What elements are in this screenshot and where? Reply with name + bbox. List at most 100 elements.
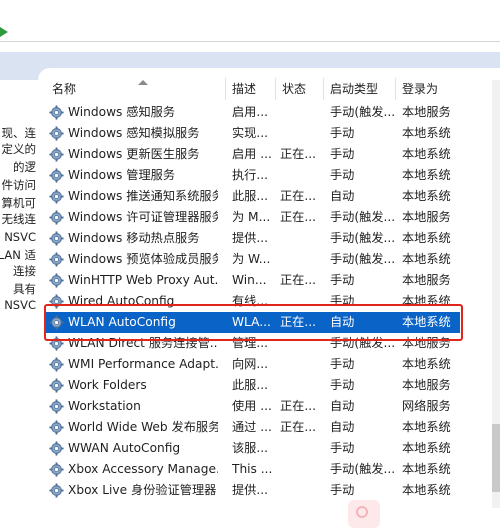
service-logon-as: 本地系统 [402, 126, 451, 140]
table-row[interactable]: WMI Performance Adapt... 向网... 手动 本地系统 [38, 354, 500, 375]
toolbar [0, 0, 500, 42]
service-description: 提供... [232, 231, 268, 245]
service-logon-as: 本地系统 [402, 441, 451, 455]
service-startup-type: 自动 [330, 420, 355, 434]
service-startup-type: 手动 [330, 168, 355, 182]
service-status [280, 438, 324, 459]
service-startup-type: 手动 [330, 147, 355, 161]
service-startup-type: 手动(触发... [330, 252, 396, 266]
service-description: 通过 ... [232, 420, 272, 434]
service-status [280, 375, 324, 396]
service-name: Windows 感知服务 [68, 105, 176, 119]
service-description: Win... [232, 273, 267, 287]
service-logon-as: 本地系统 [402, 231, 451, 245]
search-icon [348, 500, 380, 528]
gear-icon [49, 126, 64, 141]
table-row[interactable]: WinHTTP Web Proxy Aut... Win... 正在... 手动 本地服… [38, 270, 500, 291]
service-logon-as: 本地服务 [402, 273, 451, 287]
table-row[interactable]: Windows 许可证管理器服务为 M... 正在... 手动(触发... 本地服务 [38, 207, 500, 228]
table-row[interactable]: Xbox Live 身份验证管理器 提供... 手动 本地系统 [38, 480, 500, 501]
table-row[interactable]: WWAN AutoConfig 该服... 手动 本地系统 [38, 438, 500, 459]
service-startup-type: 手动 [330, 378, 355, 392]
description-line: 件访问 [1, 178, 37, 192]
service-name: Xbox Accessory Manage... [68, 462, 218, 476]
service-description: 向网... [232, 357, 268, 371]
column-status[interactable]: 状态 [276, 78, 324, 100]
service-description: 为 M... [232, 210, 271, 224]
gear-icon [49, 441, 64, 456]
column-name-label: 名称 [52, 82, 77, 96]
service-startup-type: 手动 [330, 441, 355, 455]
column-startup[interactable]: 启动类型 [324, 78, 396, 100]
column-name[interactable]: 名称 [46, 78, 226, 100]
service-startup-type: 手动(触发... [330, 210, 396, 224]
table-row[interactable]: Workstation 使用 ... 正在... 自动 网络服务 [38, 396, 500, 417]
table-row[interactable]: Windows 管理服务 执行... 手动 本地系统 [38, 165, 500, 186]
service-status: 正在... [280, 420, 316, 434]
description-line: 算机可 [1, 196, 37, 210]
description-line: 现、连 [1, 126, 37, 140]
gear-icon [49, 147, 64, 162]
service-logon-as: 本地系统 [402, 420, 451, 434]
service-description: 此服... [232, 189, 268, 203]
service-startup-type: 手动 [330, 483, 355, 497]
gear-icon [49, 357, 64, 372]
service-logon-as: 本地系统 [402, 462, 451, 476]
service-description: 该服... [232, 441, 268, 455]
column-desc[interactable]: 描述 [226, 78, 276, 100]
service-logon-as: 本地系统 [402, 189, 451, 203]
gear-icon [49, 231, 64, 246]
play-icon[interactable] [0, 27, 8, 37]
service-name: Windows 许可证管理器服务 [68, 210, 218, 224]
table-row[interactable]: Windows 更新医生服务 启用 ... 正在... 手动 本地系统 [38, 144, 500, 165]
description-line: 定义的 [1, 142, 37, 156]
gear-icon [49, 420, 64, 435]
service-status [280, 228, 324, 249]
service-name: Workstation [68, 399, 141, 413]
sort-up-icon [138, 80, 148, 85]
gear-icon [49, 378, 64, 393]
service-logon-as: 本地服务 [402, 210, 451, 224]
gear-icon [49, 462, 64, 477]
gear-icon [49, 189, 64, 204]
service-logon-as: 本地服务 [402, 105, 451, 119]
description-line: LAN 适 [0, 248, 36, 262]
service-description: 启用 ... [232, 147, 272, 161]
table-row[interactable]: Windows 感知模拟服务 实现... 手动 本地系统 [38, 123, 500, 144]
service-startup-type: 手动(触发... [330, 462, 396, 476]
column-status-label: 状态 [282, 82, 307, 96]
service-logon-as: 本地系统 [402, 168, 451, 182]
service-description: 此服... [232, 378, 268, 392]
service-status: 正在... [280, 189, 316, 203]
table-row[interactable]: Work Folders 此服... 手动 本地服务 [38, 375, 500, 396]
service-name: Windows 更新医生服务 [68, 147, 200, 161]
column-header: 名称 描述 状态 启动类型 登录为 [38, 78, 500, 100]
service-name: Windows 移动热点服务 [68, 231, 200, 245]
services-list: 名称 描述 状态 启动类型 登录为 Windows 感知服务 启用... 手动(触发… [38, 68, 500, 508]
table-row[interactable]: Windows 预览体验成员服务为 W... 手动(触发... 本地系统 [38, 249, 500, 270]
service-name: WinHTTP Web Proxy Aut... [68, 273, 218, 287]
service-startup-type: 手动 [330, 357, 355, 371]
table-row[interactable]: Windows 移动热点服务 提供... 手动(触发... 本地系统 [38, 228, 500, 249]
table-row[interactable]: Windows 感知服务 启用... 手动(触发... 本地服务 [38, 102, 500, 123]
service-logon-as: 本地服务 [402, 378, 451, 392]
gear-icon [49, 483, 64, 498]
description-line: 具有 [13, 282, 36, 296]
gear-icon [49, 105, 64, 120]
scrollbar-thumb[interactable] [492, 424, 500, 492]
service-startup-type: 自动 [330, 189, 355, 203]
service-description: This ... [232, 462, 273, 476]
service-name: Windows 管理服务 [68, 168, 176, 182]
service-startup-type: 自动 [330, 399, 355, 413]
table-row[interactable]: Xbox Accessory Manage... This ... 手动(触发...… [38, 459, 500, 480]
table-row[interactable]: World Wide Web 发布服务 通过 ... 正在... 自动 本地系统 [38, 417, 500, 438]
column-logon[interactable]: 登录为 [396, 78, 466, 100]
column-desc-label: 描述 [232, 82, 257, 96]
description-line: 无线连 [1, 212, 37, 226]
service-startup-type: 手动(触发... [330, 105, 396, 119]
service-logon-as: 网络服务 [402, 399, 451, 413]
table-row[interactable]: Windows 推送通知系统服务 此服... 正在... 自动 本地系统 [38, 186, 500, 207]
service-status [280, 102, 324, 123]
service-status: 正在... [280, 210, 316, 224]
service-name: Xbox Live 身份验证管理器 [68, 483, 217, 497]
